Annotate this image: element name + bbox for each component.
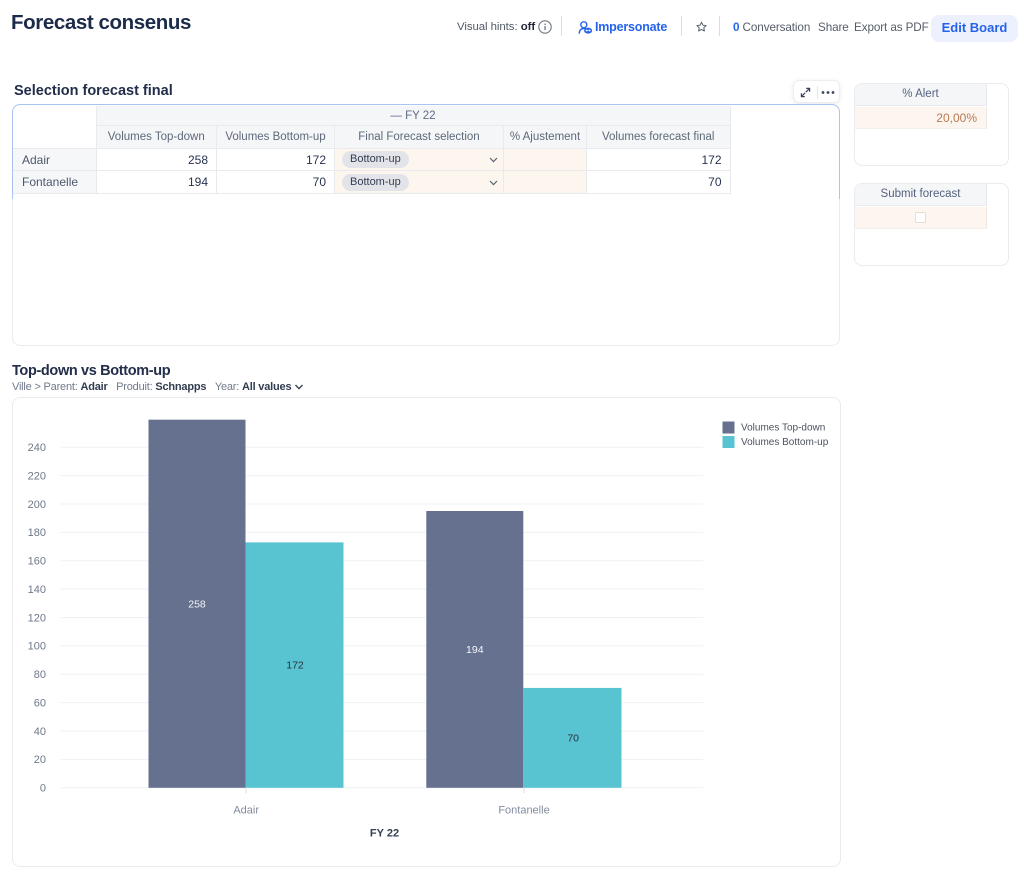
svg-text:120: 120 <box>27 612 45 624</box>
svg-text:FY 22: FY 22 <box>369 827 398 839</box>
svg-text:Volumes Top-down: Volumes Top-down <box>741 422 825 433</box>
svg-text:Adair: Adair <box>233 804 259 816</box>
svg-text:172: 172 <box>286 659 304 671</box>
svg-text:0: 0 <box>39 782 45 794</box>
svg-text:180: 180 <box>27 527 45 539</box>
svg-text:Volumes Bottom-up: Volumes Bottom-up <box>741 437 829 448</box>
svg-text:194: 194 <box>466 644 484 656</box>
svg-text:140: 140 <box>27 583 45 595</box>
svg-text:160: 160 <box>27 555 45 567</box>
svg-text:40: 40 <box>33 725 45 737</box>
svg-text:80: 80 <box>33 669 45 681</box>
svg-text:70: 70 <box>567 732 579 744</box>
svg-text:20: 20 <box>33 754 45 766</box>
svg-text:Fontanelle: Fontanelle <box>498 804 549 816</box>
svg-text:100: 100 <box>27 640 45 652</box>
svg-text:220: 220 <box>27 470 45 482</box>
svg-text:258: 258 <box>188 598 206 610</box>
svg-text:200: 200 <box>27 498 45 510</box>
svg-text:240: 240 <box>27 442 45 454</box>
svg-text:60: 60 <box>33 697 45 709</box>
